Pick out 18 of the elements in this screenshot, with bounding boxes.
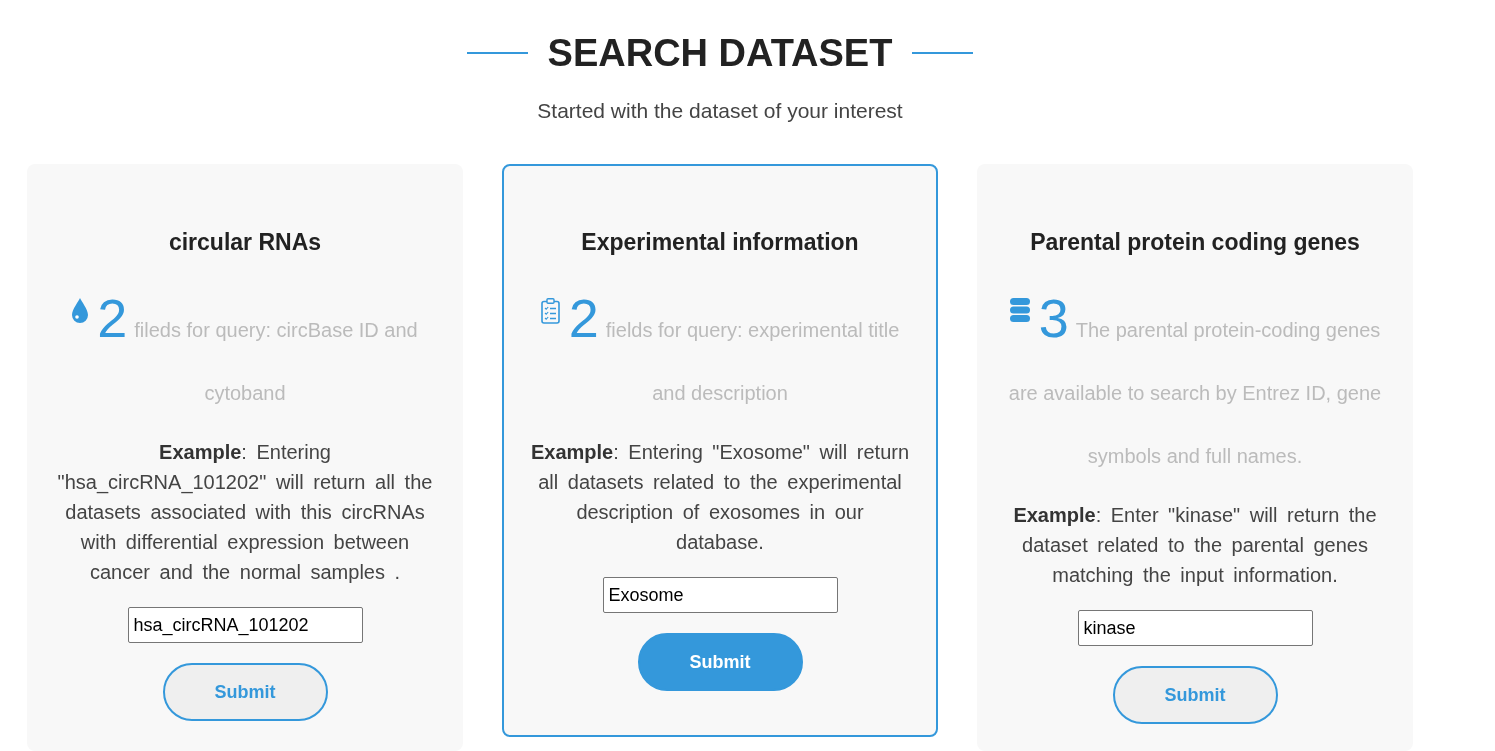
water-drop-icon bbox=[72, 298, 89, 323]
clipboard-icon bbox=[540, 298, 560, 324]
example-text: Example: Enter "kinase" will return the dataset related to the parental genes matching the input information. bbox=[1012, 503, 1378, 588]
page-subtitle: Started with the dataset of your interest bbox=[537, 98, 903, 124]
description-text: fields for query: experimental title and description bbox=[605, 319, 900, 404]
description-text: fileds for query: circBase ID and cytoband bbox=[134, 319, 418, 404]
card-title: Parental protein coding genes bbox=[1029, 228, 1361, 257]
example-text: Example: Entering "Exosome" will return all datasets related to the experimental description of exosomes in our database. bbox=[529, 440, 911, 555]
field-count: 2 bbox=[568, 288, 599, 348]
page-title: SEARCH DATASET bbox=[547, 31, 893, 76]
search-input[interactable]: hsa_circRNA_101202 bbox=[127, 607, 363, 643]
card-title: circular RNAs bbox=[167, 228, 323, 257]
card-title: Experimental information bbox=[580, 228, 860, 257]
search-input[interactable]: Exosome bbox=[602, 577, 838, 613]
field-count: 2 bbox=[97, 288, 128, 348]
example-text: Example: Entering "hsa_circRNA_101202" will return all the datasets associated with this circRNAs with differential expression between cancer and the normal samples . bbox=[56, 440, 434, 585]
database-icon bbox=[1009, 298, 1030, 322]
search-input[interactable]: kinase bbox=[1077, 610, 1313, 646]
